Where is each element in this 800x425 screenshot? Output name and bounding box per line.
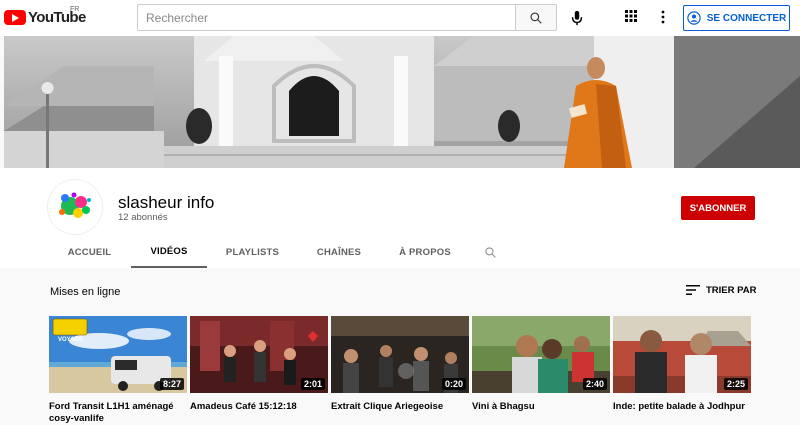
- tab-playlists[interactable]: PLAYLISTS: [207, 236, 298, 268]
- channel-name: slasheur info: [118, 193, 215, 212]
- video-thumbnail[interactable]: 2:01: [190, 316, 328, 393]
- video-title[interactable]: Ford Transit L1H1 aménagé cosy-vanlife: [49, 401, 187, 425]
- video-card[interactable]: 2:40 Vini à Bhagsu: [472, 316, 610, 425]
- video-thumbnail[interactable]: 2:40: [472, 316, 610, 393]
- video-title[interactable]: Amadeus Café 15:12:18: [190, 401, 328, 425]
- voice-search-button[interactable]: [566, 7, 588, 29]
- tab-videos[interactable]: VIDÉOS: [131, 236, 207, 268]
- video-thumbnail[interactable]: 0:20: [331, 316, 469, 393]
- tab-a-propos[interactable]: À PROPOS: [380, 236, 470, 268]
- sign-in-button[interactable]: SE CONNECTER: [683, 5, 790, 31]
- country-code: FR: [70, 6, 80, 13]
- thumbnail-badge: VOYAGE: [58, 337, 84, 343]
- video-title[interactable]: Extrait Clique Ariegeoise: [331, 401, 469, 425]
- tab-chaines[interactable]: CHAÎNES: [298, 236, 380, 268]
- subscribe-button[interactable]: S'ABONNER: [681, 196, 755, 220]
- banner-image: [4, 36, 800, 168]
- more-options-button[interactable]: [655, 9, 671, 25]
- microphone-icon: [571, 10, 583, 26]
- video-title[interactable]: Vini à Bhagsu: [472, 401, 610, 425]
- search-button[interactable]: [515, 4, 557, 31]
- more-vertical-icon: [661, 10, 665, 24]
- subscriber-count: 12 abonnés: [118, 212, 168, 223]
- video-thumbnail[interactable]: VOYAGE 8:27: [49, 316, 187, 393]
- section-title: Mises en ligne: [50, 286, 121, 298]
- sign-in-label: SE CONNECTER: [706, 12, 787, 24]
- channel-avatar[interactable]: [48, 180, 102, 234]
- video-card[interactable]: 2:25 Inde: petite balade à Jodhpur: [613, 316, 751, 425]
- sort-icon: [686, 285, 700, 295]
- video-duration: 2:25: [723, 378, 748, 390]
- video-duration: 2:40: [582, 378, 607, 390]
- video-card[interactable]: 0:20 Extrait Clique Ariegeoise: [331, 316, 469, 425]
- video-duration: 2:01: [300, 378, 325, 390]
- video-grid: VOYAGE 8:27 Ford Transit L1H1 aménagé co…: [49, 316, 751, 425]
- video-card[interactable]: 2:01 Amadeus Café 15:12:18: [190, 316, 328, 425]
- video-title[interactable]: Inde: petite balade à Jodhpur: [613, 401, 751, 425]
- search-bar: [137, 4, 557, 31]
- search-icon: [530, 11, 542, 24]
- account-icon: [687, 11, 701, 25]
- apps-grid-button[interactable]: [624, 9, 640, 25]
- sort-label: TRIER PAR: [706, 284, 757, 296]
- tab-accueil[interactable]: ACCUEIL: [48, 236, 131, 268]
- sort-button[interactable]: TRIER PAR: [686, 284, 757, 296]
- top-bar: YouTube FR SE CONNECTER: [0, 0, 800, 36]
- channel-banner: [4, 36, 800, 168]
- video-thumbnail[interactable]: 2:25: [613, 316, 751, 393]
- avatar-image: [48, 180, 102, 234]
- youtube-play-icon: [4, 10, 26, 25]
- youtube-logo[interactable]: YouTube FR: [4, 6, 86, 26]
- channel-tabs: ACCUEIL VIDÉOS PLAYLISTS CHAÎNES À PROPO…: [48, 236, 510, 268]
- video-card[interactable]: VOYAGE 8:27 Ford Transit L1H1 aménagé co…: [49, 316, 187, 425]
- video-duration: 0:20: [441, 378, 466, 390]
- search-icon: [484, 246, 496, 258]
- video-duration: 8:27: [159, 378, 184, 390]
- apps-grid-icon: [625, 10, 637, 22]
- channel-search-button[interactable]: [470, 236, 510, 268]
- search-input[interactable]: [137, 4, 515, 31]
